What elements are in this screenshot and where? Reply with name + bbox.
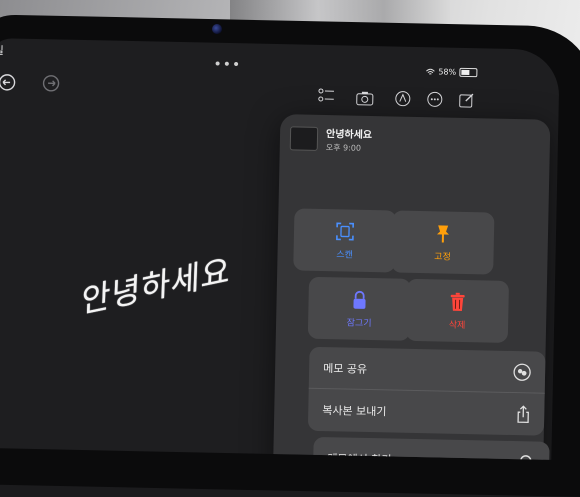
more-icon[interactable] [425,89,445,109]
delete-label: 삭제 [448,320,466,331]
share-group: 메모 공유 복사본 보내기 [307,346,546,436]
send-copy-label: 복사본 보내기 [322,404,387,419]
undo-icon[interactable] [0,72,17,92]
lock-label: 잠그기 [346,318,372,329]
battery-percent: 58% [438,67,457,77]
search-icon [520,455,532,460]
camera-icon[interactable] [355,88,375,108]
note-time: 오후 9:00 [325,143,362,153]
pin-icon [436,224,449,243]
markup-icon[interactable] [393,88,413,108]
scan-label: 스캔 [336,249,353,261]
note-actions-popover: 안녕하세요 오후 9:00 스캔 고정 잠그기 삭제 메모 공유 복사본 보내기 [272,114,551,460]
battery-icon [459,67,478,78]
lock-button[interactable]: 잠그기 [307,276,412,341]
note-title: 안녕하세요 [325,129,373,142]
note-preview: 안녕하세요 오후 9:00 [289,124,373,154]
share-note-label: 메모 공유 [323,361,368,376]
notes-screen: 일 ••• 58% 안녕하세요 안녕하세요 오후 9:00 스캔 고정 잠그기 … [0,38,560,460]
send-copy-row[interactable]: 복사본 보내기 [308,389,545,436]
status-indicators: 58% [425,67,478,78]
pin-label: 고정 [434,251,451,263]
status-time: 일 [0,44,4,58]
handwritten-note[interactable]: 안녕하세요 [74,246,232,322]
front-camera [212,24,222,34]
share-icon [517,405,529,424]
lock-icon [353,290,366,309]
pin-button[interactable]: 고정 [391,210,495,275]
compose-icon[interactable] [457,90,477,110]
multitask-dots[interactable]: ••• [213,57,241,74]
share-people-icon [513,363,531,381]
share-note-row[interactable]: 메모 공유 [308,346,546,394]
delete-button[interactable]: 삭제 [405,278,510,343]
scan-icon [336,221,355,240]
note-thumbnail [289,126,319,151]
scan-button[interactable]: 스캔 [293,208,397,273]
trash-icon [450,292,465,311]
checklist-icon[interactable] [317,85,337,105]
wifi-icon [426,68,435,75]
redo-icon[interactable] [41,73,61,93]
